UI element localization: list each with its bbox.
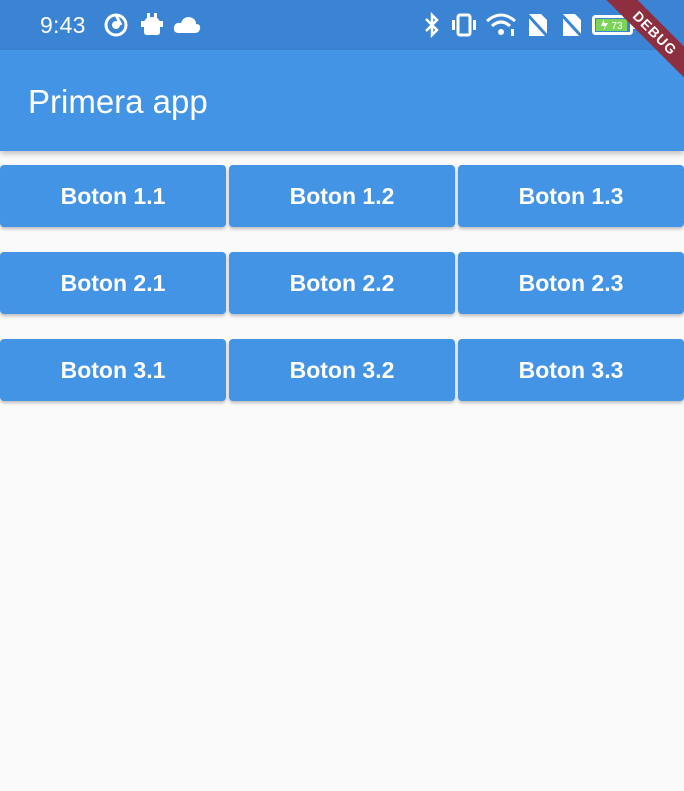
button-2-2[interactable]: Boton 2.2: [229, 252, 455, 314]
android-debug-icon: [138, 11, 166, 39]
button-1-1[interactable]: Boton 1.1: [0, 165, 226, 227]
button-3-1[interactable]: Boton 3.1: [0, 339, 226, 401]
button-row-1: Boton 1.1 Boton 1.2 Boton 1.3: [0, 165, 684, 227]
no-sim-icon: [558, 11, 584, 39]
button-1-3[interactable]: Boton 1.3: [458, 165, 684, 227]
button-2-3[interactable]: Boton 2.3: [458, 252, 684, 314]
button-row-3: Boton 3.1 Boton 3.2 Boton 3.3: [0, 339, 684, 401]
app-bar: Primera app: [0, 50, 684, 151]
vibrate-icon: [450, 11, 478, 39]
wifi-icon: [484, 11, 518, 39]
button-2-1[interactable]: Boton 2.1: [0, 252, 226, 314]
page-title: Primera app: [28, 83, 208, 120]
button-1-2[interactable]: Boton 1.2: [229, 165, 455, 227]
button-grid: Boton 1.1 Boton 1.2 Boton 1.3 Boton 2.1 …: [0, 165, 684, 426]
battery-level: 73: [611, 21, 623, 32]
cloud-icon: [172, 11, 202, 39]
button-3-3[interactable]: Boton 3.3: [458, 339, 684, 401]
status-time: 9:43: [40, 12, 86, 38]
bluetooth-icon: [420, 11, 444, 39]
battery-icon: 73: [592, 11, 638, 39]
sync-icon: [102, 11, 130, 39]
status-bar: 9:43 73: [0, 0, 684, 50]
button-row-2: Boton 2.1 Boton 2.2 Boton 2.3: [0, 252, 684, 314]
no-sim-icon: [524, 11, 550, 39]
button-3-2[interactable]: Boton 3.2: [229, 339, 455, 401]
